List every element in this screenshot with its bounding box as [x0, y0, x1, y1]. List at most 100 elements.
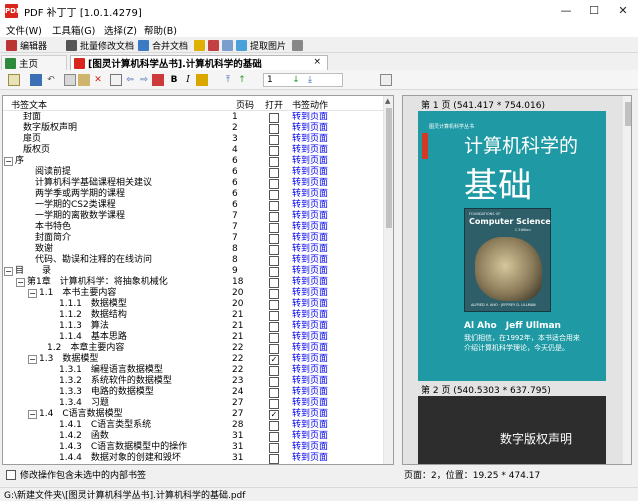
collapse-toggle-icon[interactable]: − [4, 157, 13, 166]
bookmark-row[interactable]: 封面 1 转到页面 [3, 112, 383, 123]
bookmark-action-link[interactable]: 转到页面 [292, 398, 328, 409]
open-checkbox[interactable] [269, 212, 279, 222]
bookmark-row[interactable]: 1.4.3 C语言数据模型中的操作 31 转到页面 [3, 442, 383, 453]
bookmark-action-link[interactable]: 转到页面 [292, 233, 328, 244]
bookmark-title[interactable]: 1.4 C语言数据模型 [39, 409, 123, 420]
bookmark-row[interactable]: 计算机科学基础课程相关建议 6 转到页面 [3, 178, 383, 189]
bookmark-row[interactable]: 封面简介 7 转到页面 [3, 233, 383, 244]
bookmark-title[interactable]: 阅读前提 [35, 167, 71, 178]
open-checkbox[interactable] [269, 454, 279, 464]
bookmark-row[interactable]: 致谢 8 转到页面 [3, 244, 383, 255]
color-icon[interactable] [152, 74, 164, 86]
bookmark-row[interactable]: 1.3.4 习题 27 转到页面 [3, 398, 383, 409]
scroll-up-icon[interactable]: ▲ [385, 97, 390, 105]
view-options-icon[interactable] [380, 74, 392, 86]
open-checkbox[interactable] [269, 146, 279, 156]
open-checkbox[interactable] [269, 366, 279, 376]
bookmark-row[interactable]: 1.4.1 C语言类型系统 28 转到页面 [3, 420, 383, 431]
bookmark-row[interactable]: −1.1 本书主要内容 20 转到页面 [3, 288, 383, 299]
bookmark-title[interactable]: 1.3.4 习题 [59, 398, 109, 409]
bookmark-title[interactable]: 1.1.2 数据结构 [59, 310, 127, 321]
undo-icon[interactable]: ↶ [45, 74, 57, 86]
bookmark-row[interactable]: −1.4 C语言数据模型 27 ✓ 转到页面 [3, 409, 383, 420]
menu-toolbox[interactable]: 工具箱(G) [52, 23, 95, 37]
move-down-icon[interactable]: ↓ [290, 74, 302, 86]
bookmark-row[interactable]: 代码、勘误和注释的在线访问 8 转到页面 [3, 255, 383, 266]
bookmark-title[interactable]: 代码、勘误和注释的在线访问 [35, 255, 152, 266]
open-checkbox[interactable] [269, 432, 279, 442]
bookmark-row[interactable]: 1.1.2 数据结构 21 转到页面 [3, 310, 383, 321]
bookmark-action-link[interactable]: 转到页面 [292, 222, 328, 233]
bookmark-action-link[interactable]: 转到页面 [292, 211, 328, 222]
editor-button[interactable]: 编辑器 [6, 38, 47, 52]
bookmark-title[interactable]: 数字版权声明 [23, 123, 77, 134]
page-number-input[interactable]: 1 [263, 73, 343, 87]
column-action[interactable]: 书签动作 [292, 98, 328, 111]
bookmark-action-link[interactable]: 转到页面 [292, 145, 328, 156]
bookmark-title[interactable]: 封面 [23, 112, 41, 123]
maximize-button[interactable]: ☐ [580, 0, 608, 22]
bookmark-title[interactable]: 1.4.4 数据对象的创建和毁坏 [59, 453, 181, 464]
bookmark-row[interactable]: 扉页 3 转到页面 [3, 134, 383, 145]
bold-icon[interactable]: B [168, 74, 180, 86]
open-checkbox[interactable] [269, 443, 279, 453]
bookmark-action-link[interactable]: 转到页面 [292, 167, 328, 178]
pdf-tool-icon[interactable] [208, 40, 219, 51]
collapse-toggle-icon[interactable]: − [4, 267, 13, 276]
move-bottom-icon[interactable]: ⤓ [304, 74, 316, 86]
bookmark-title[interactable]: 1.1 本书主要内容 [39, 288, 116, 299]
open-checkbox[interactable]: ✓ [269, 355, 279, 365]
batch-modify-button[interactable]: 批量修改文档 [66, 38, 134, 52]
bookmark-row[interactable]: 一学期的离散数学课程 7 转到页面 [3, 211, 383, 222]
bookmark-row[interactable]: 1.3.3 电路的数据模型 24 转到页面 [3, 387, 383, 398]
bookmark-action-link[interactable]: 转到页面 [292, 266, 328, 277]
insert-bookmark-icon[interactable] [110, 74, 122, 86]
open-checkbox[interactable] [269, 344, 279, 354]
bookmark-action-link[interactable]: 转到页面 [292, 354, 328, 365]
open-checkbox[interactable] [269, 311, 279, 321]
collapse-toggle-icon[interactable]: − [28, 410, 37, 419]
include-unselected-option[interactable]: 修改操作包含未选中的内部书签 [6, 468, 146, 481]
bookmark-row[interactable]: 1.2 本章主要内容 22 转到页面 [3, 343, 383, 354]
bookmark-row[interactable]: − 序 6 转到页面 [3, 156, 383, 167]
menu-help[interactable]: 帮助(B) [144, 23, 177, 37]
page1-cover[interactable]: 图灵计算机科学丛书 计算机科学的 基础 FOUNDATIONS OF Compu… [418, 111, 606, 381]
bookmark-action-link[interactable]: 转到页面 [292, 442, 328, 453]
bookmark-title[interactable]: 目 录 [15, 266, 51, 277]
bookmark-row[interactable]: 1.1.4 基本思路 21 转到页面 [3, 332, 383, 343]
open-checkbox[interactable] [269, 135, 279, 145]
open-checkbox[interactable] [269, 300, 279, 310]
preview-scrollbar[interactable] [622, 96, 631, 464]
copy-icon[interactable] [64, 74, 76, 86]
arrow-left-icon[interactable]: ⇦ [124, 74, 136, 86]
italic-icon[interactable]: I [182, 74, 194, 86]
collapse-toggle-icon[interactable]: − [28, 355, 37, 364]
bookmark-action-link[interactable]: 转到页面 [292, 189, 328, 200]
open-file-icon[interactable] [8, 74, 20, 86]
bookmark-title[interactable]: 序 [15, 156, 24, 167]
bookmark-title[interactable]: 一学期的CS2类课程 [35, 200, 116, 211]
bookmark-row[interactable]: 1.1.1 数据模型 20 转到页面 [3, 299, 383, 310]
collapse-toggle-icon[interactable]: − [16, 278, 25, 287]
bookmark-title[interactable]: 1.4.1 C语言类型系统 [59, 420, 151, 431]
bookmark-action-link[interactable]: 转到页面 [292, 134, 328, 145]
open-checkbox[interactable] [269, 245, 279, 255]
bookmark-action-link[interactable]: 转到页面 [292, 409, 328, 420]
bookmark-row[interactable]: 本书特色 7 转到页面 [3, 222, 383, 233]
bookmark-action-link[interactable]: 转到页面 [292, 310, 328, 321]
bookmark-action-link[interactable]: 转到页面 [292, 376, 328, 387]
open-checkbox[interactable] [269, 322, 279, 332]
bookmark-row[interactable]: 1.3.2 系统软件的数据模型 23 转到页面 [3, 376, 383, 387]
preview-scrollbar-thumb[interactable] [625, 102, 631, 126]
menu-file[interactable]: 文件(W) [6, 23, 42, 37]
bookmark-row[interactable]: 1.3.1 编程语言数据模型 22 转到页面 [3, 365, 383, 376]
open-checkbox[interactable] [269, 256, 279, 266]
page-tool-icon[interactable] [222, 40, 233, 51]
arrow-right-icon[interactable]: ⇨ [138, 74, 150, 86]
paste-icon[interactable] [78, 74, 90, 86]
tab-document[interactable]: [图灵计算机科学丛书].计算机科学的基础 × [70, 55, 328, 70]
open-checkbox[interactable] [269, 289, 279, 299]
bookmark-action-link[interactable]: 转到页面 [292, 365, 328, 376]
bookmark-action-link[interactable]: 转到页面 [292, 200, 328, 211]
collapse-toggle-icon[interactable]: − [28, 289, 37, 298]
